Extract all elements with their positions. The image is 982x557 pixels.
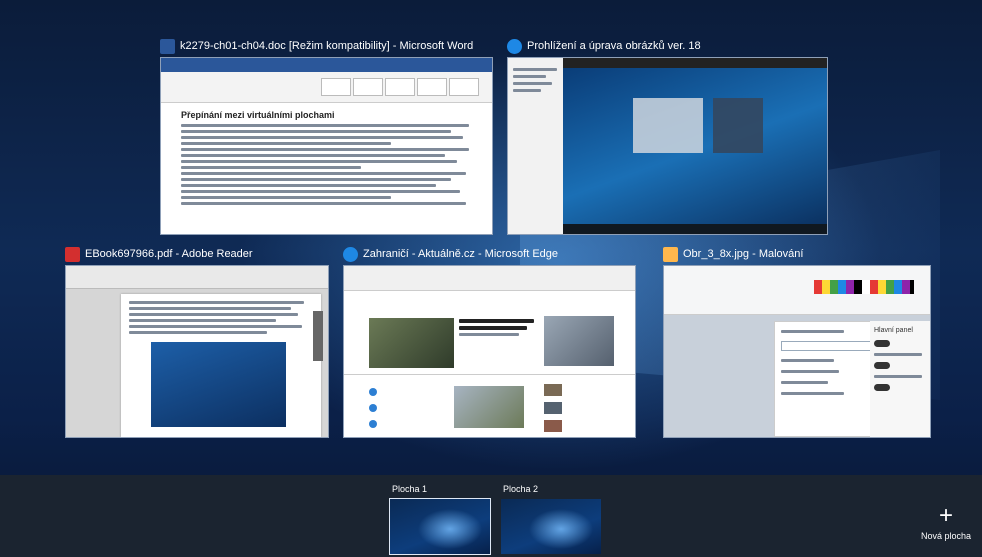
window-adobe-reader[interactable]: EBook697966.pdf - Adobe Reader (65, 243, 329, 438)
paint-side-panel: Hlavní panel (870, 321, 930, 437)
chapter-tab (313, 311, 323, 361)
window-title-edge: Zahraničí - Aktuálně.cz - Microsoft Edge (343, 243, 558, 265)
word-ribbon (161, 72, 492, 103)
desktop-2-label: Plocha 2 (503, 484, 539, 494)
photo-image (563, 68, 827, 234)
window-title-word: k2279-ch01-ch04.doc [Režim kompatibility… (160, 35, 473, 57)
window-title-text: Zahraničí - Aktuálně.cz - Microsoft Edge (363, 248, 559, 260)
window-title-text: k2279-ch01-ch04.doc [Režim kompatibility… (180, 40, 474, 52)
new-desktop-label: Nová plocha (920, 531, 972, 541)
desktop-1-thumbnail[interactable] (389, 498, 492, 556)
news-photo (454, 386, 524, 428)
edge-thumbnail[interactable] (343, 265, 636, 438)
adobe-toolbar (66, 266, 328, 289)
window-photo-viewer[interactable]: Prohlížení a úprava obrázků ver. 18 (507, 35, 828, 235)
photo-viewer-thumbnail[interactable] (507, 57, 828, 235)
pdf-icon (65, 246, 80, 262)
window-title-photo: Prohlížení a úprava obrázků ver. 18 (507, 35, 701, 57)
article-image-2 (544, 316, 614, 366)
word-titlebar (161, 58, 492, 72)
window-title-text: EBook697966.pdf - Adobe Reader (85, 248, 253, 260)
photo-viewer-icon (507, 38, 522, 54)
document-heading: Přepínání mezi virtuálními plochami (181, 110, 335, 120)
word-thumbnail[interactable]: Přepínání mezi virtuálními plochami (160, 57, 493, 235)
pdf-screenshot-image (151, 342, 286, 427)
window-word[interactable]: k2279-ch01-ch04.doc [Režim kompatibility… (160, 35, 493, 235)
adobe-thumbnail[interactable] (65, 265, 329, 438)
window-title-adobe: EBook697966.pdf - Adobe Reader (65, 243, 253, 265)
desktop-1-label: Plocha 1 (392, 484, 428, 494)
desktop-2-thumbnail[interactable] (501, 499, 603, 556)
edge-toolbar (344, 266, 635, 291)
article-image (369, 318, 454, 368)
window-title-paint: Obr_3_8x.jpg - Malování (663, 243, 803, 265)
paint-icon (663, 246, 678, 262)
photo-sidebar (508, 58, 563, 234)
new-desktop-button[interactable]: + Nová plocha (916, 502, 976, 542)
panel-title: Hlavní panel (874, 327, 913, 334)
settings-panel (774, 321, 881, 437)
pdf-page (121, 294, 321, 437)
plus-icon: + (938, 502, 953, 529)
paint-ribbon (664, 266, 930, 315)
edge-icon (343, 246, 358, 262)
window-title-text: Prohlížení a úprava obrázků ver. 18 (527, 40, 701, 52)
word-document-page: Přepínání mezi virtuálními plochami (181, 106, 481, 234)
window-edge[interactable]: Zahraničí - Aktuálně.cz - Microsoft Edge (343, 243, 636, 438)
window-paint[interactable]: Obr_3_8x.jpg - Malování Hlavní panel (663, 243, 931, 438)
paint-thumbnail[interactable]: Hlavní panel (663, 265, 931, 438)
word-icon (160, 38, 175, 54)
window-title-text: Obr_3_8x.jpg - Malování (683, 248, 804, 260)
